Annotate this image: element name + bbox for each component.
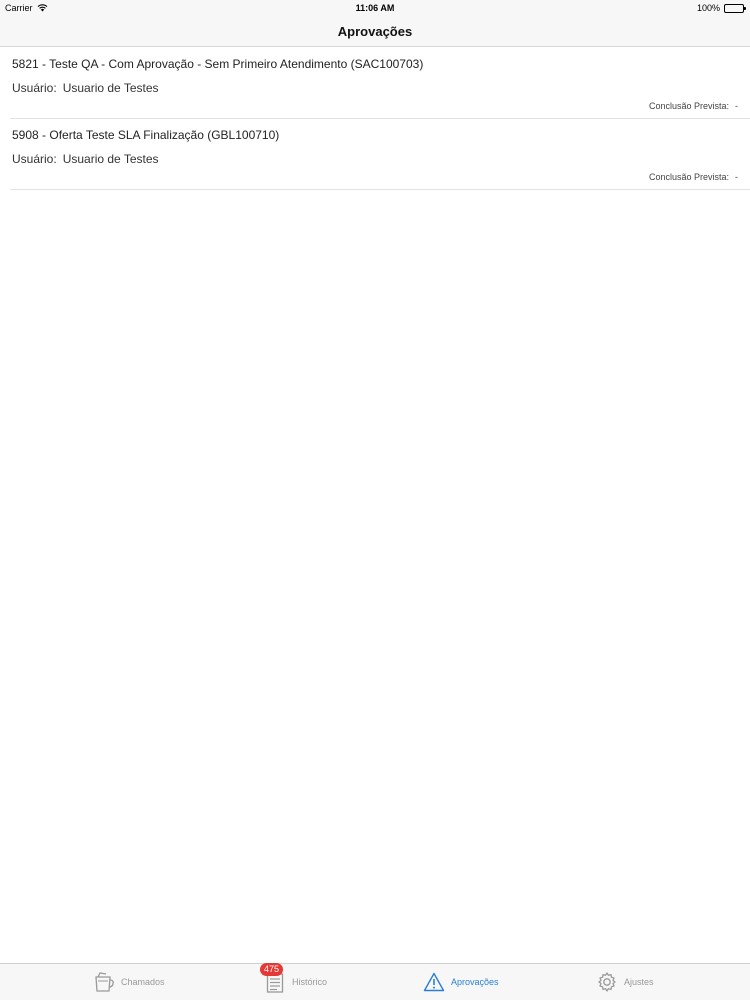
conclusion-label: Conclusão Prevista: (648, 101, 729, 111)
tab-label: Ajustes (624, 977, 654, 987)
screen: Carrier 11:06 AM 100% Aprovações 5821 - … (0, 0, 750, 1000)
tab-chamados[interactable]: Chamados (93, 968, 165, 996)
battery-icon (724, 3, 746, 13)
approval-title: 5908 - Oferta Teste SLA Finalização (GBL… (12, 128, 280, 142)
page-title: Aprovações (337, 23, 413, 39)
approvals-list: 5821 - Teste QA - Com Aprovação - Sem Pr… (0, 48, 750, 190)
cup-icon (93, 970, 115, 994)
approval-row[interactable]: 5821 - Teste QA - Com Aprovação - Sem Pr… (10, 48, 750, 119)
user-label: Usuário: (12, 81, 57, 95)
status-right: 100% (696, 3, 746, 13)
approval-user: Usuário: Usuario de Testes (12, 152, 159, 166)
list-document-icon: 475 (260, 963, 286, 994)
warning-icon (423, 970, 445, 994)
tab-aprovacoes[interactable]: Aprovações (423, 968, 499, 996)
user-value: Usuario de Testes (62, 81, 159, 95)
tab-label: Histórico (292, 977, 328, 987)
tab-label: Aprovações (451, 977, 499, 987)
status-time: 11:06 AM (355, 3, 395, 13)
user-value: Usuario de Testes (62, 152, 159, 166)
approval-conclusion: Conclusão Prevista: - (649, 101, 738, 111)
tab-ajustes[interactable]: Ajustes (596, 968, 654, 996)
nav-bar: Aprovações (0, 16, 750, 47)
tab-historico[interactable]: 475 Histórico (260, 963, 328, 996)
gear-icon (596, 970, 618, 994)
approval-conclusion: Conclusão Prevista: - (649, 172, 738, 182)
tab-bar: Chamados 475 Histórico Aprovações Ajuste… (0, 963, 750, 1000)
notification-badge: 475 (260, 963, 284, 976)
conclusion-value: - (735, 101, 738, 111)
user-label: Usuário: (12, 152, 57, 166)
conclusion-label: Conclusão Prevista: (648, 172, 729, 182)
battery-percent: 100% (696, 3, 720, 13)
approval-title: 5821 - Teste QA - Com Aprovação - Sem Pr… (12, 57, 424, 71)
conclusion-value: - (735, 172, 738, 182)
status-bar: Carrier 11:06 AM 100% (0, 0, 750, 16)
tab-label: Chamados (121, 977, 165, 987)
approval-user: Usuário: Usuario de Testes (12, 81, 159, 95)
approval-row[interactable]: 5908 - Oferta Teste SLA Finalização (GBL… (10, 119, 750, 190)
